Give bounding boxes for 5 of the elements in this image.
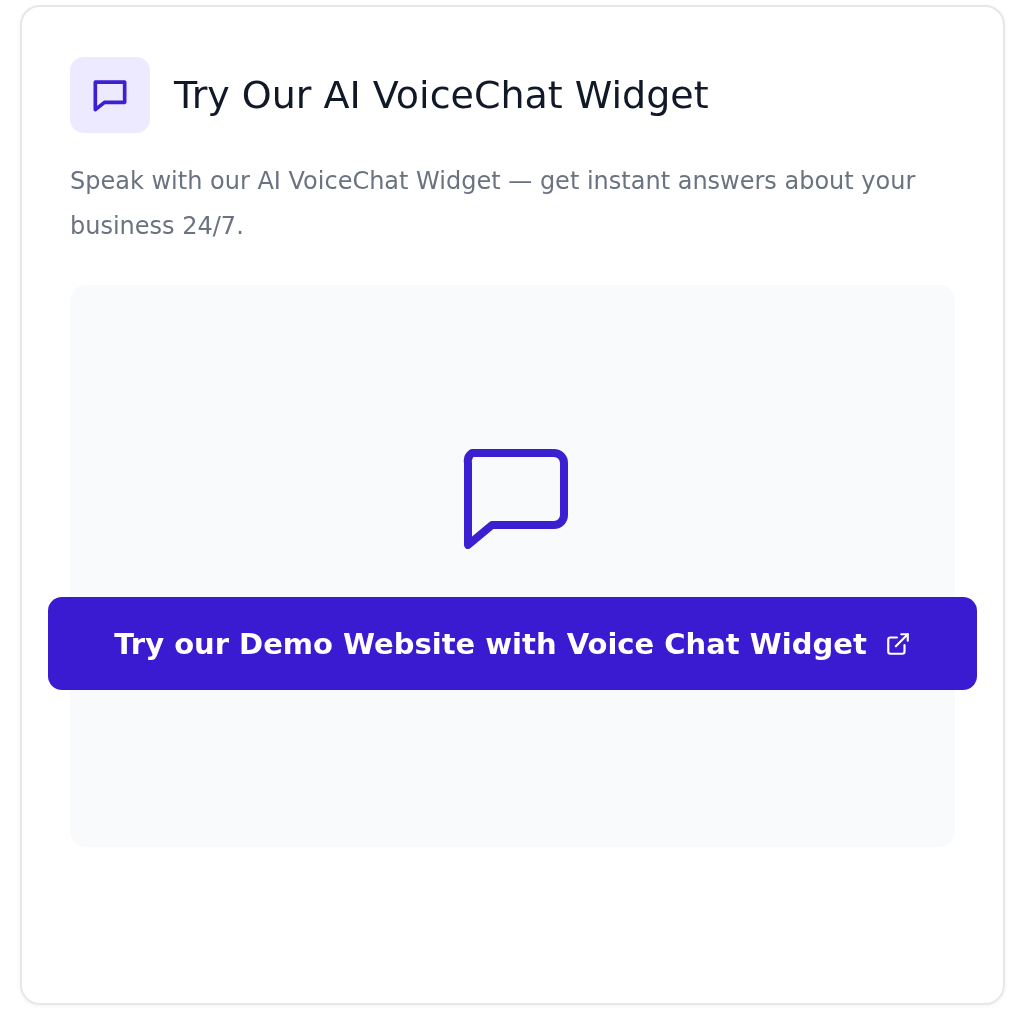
external-link-icon: [884, 630, 911, 657]
chat-icon: [70, 57, 150, 133]
card-title: Try Our AI VoiceChat Widget: [174, 73, 709, 117]
demo-button[interactable]: Try our Demo Website with Voice Chat Widget: [48, 597, 977, 690]
card-description: Speak with our AI VoiceChat Widget — get instant answers about your business 24/7.: [70, 166, 917, 242]
